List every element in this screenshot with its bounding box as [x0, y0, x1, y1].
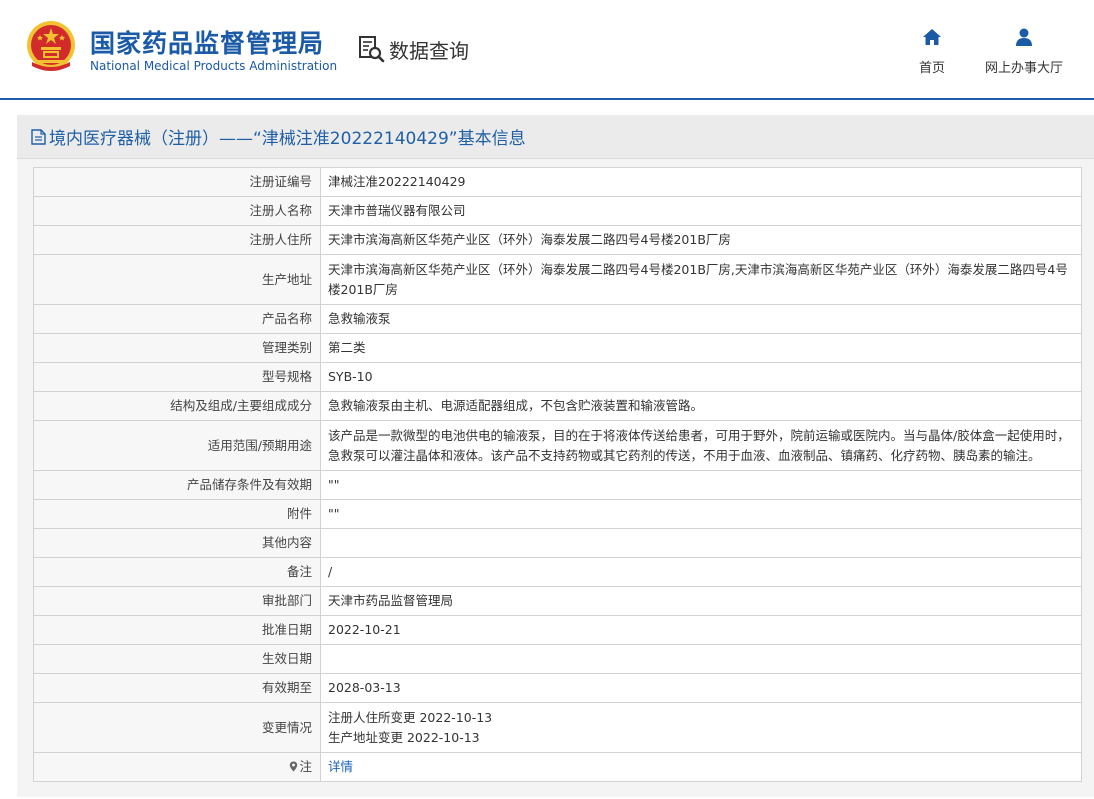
field-value: 天津市滨海高新区华苑产业区（环外）海泰发展二路四号4号楼201B厂房,天津市滨海…	[320, 254, 1082, 305]
table-row: 注册证编号 津械注准20222140429	[33, 167, 1082, 197]
change-record: 生产地址变更 2022-10-13	[328, 729, 480, 745]
table-row: 注册人住所 天津市滨海高新区华苑产业区（环外）海泰发展二路四号4号楼201B厂房	[33, 225, 1082, 255]
field-value: 2022-10-21	[320, 615, 1082, 645]
field-label: 生产地址	[33, 254, 321, 305]
field-value: 急救输液泵由主机、电源适配器组成，不包含贮液装置和输液管路。	[320, 391, 1082, 421]
table-row: 产品名称 急救输液泵	[33, 304, 1082, 334]
header-divider	[0, 98, 1094, 100]
site-title-english: National Medical Products Administration	[90, 59, 338, 73]
field-value: 该产品是一款微型的电池供电的输液泵，目的在于将液体传送给患者，可用于野外，院前运…	[320, 420, 1082, 471]
field-label: 附件	[33, 499, 321, 529]
site-header: 国家药品监督管理局 National Medical Products Admi…	[0, 0, 1094, 100]
field-label: 管理类别	[33, 333, 321, 363]
field-label: 注册人住所	[33, 225, 321, 255]
field-value: 天津市药品监督管理局	[320, 586, 1082, 616]
field-value: 天津市普瑞仪器有限公司	[320, 196, 1082, 226]
field-value	[320, 528, 1082, 558]
table-row: 适用范围/预期用途 该产品是一款微型的电池供电的输液泵，目的在于将液体传送给患者…	[33, 420, 1082, 471]
field-label: 结构及组成/主要组成成分	[33, 391, 321, 421]
table-row: 批准日期 2022-10-21	[33, 615, 1082, 645]
table-row: 结构及组成/主要组成成分 急救输液泵由主机、电源适配器组成，不包含贮液装置和输液…	[33, 391, 1082, 421]
field-value: /	[320, 557, 1082, 587]
page-title: 境内医疗器械（注册）——“津械注准20222140429”基本信息	[49, 129, 526, 149]
field-label: 注册人名称	[33, 196, 321, 226]
table-row: 附件 ""	[33, 499, 1082, 529]
table-row: 有效期至 2028-03-13	[33, 673, 1082, 703]
field-value: 2028-03-13	[320, 673, 1082, 703]
table-row: 生效日期	[33, 644, 1082, 674]
field-label: 其他内容	[33, 528, 321, 558]
field-value: 天津市滨海高新区华苑产业区（环外）海泰发展二路四号4号楼201B厂房	[320, 225, 1082, 255]
user-icon	[1016, 28, 1032, 46]
change-record: 注册人住所变更 2022-10-13	[328, 709, 493, 725]
table-row: 其他内容	[33, 528, 1082, 558]
field-label: 注册证编号	[33, 167, 321, 197]
nav-online-service-hall[interactable]: 网上办事大厅	[980, 28, 1068, 76]
field-label: 产品储存条件及有效期	[33, 470, 321, 500]
site-title: 国家药品监督管理局	[90, 29, 325, 58]
nav-online-service-hall-label: 网上办事大厅	[984, 61, 1063, 76]
location-pin-icon	[290, 761, 298, 772]
table-row: 产品储存条件及有效期 ""	[33, 470, 1082, 500]
field-label: 批准日期	[33, 615, 321, 645]
field-value: 津械注准20222140429	[320, 167, 1082, 197]
table-row: 备注 /	[33, 557, 1082, 587]
field-value: 第二类	[320, 333, 1082, 363]
field-label-note: 注	[33, 752, 321, 782]
field-value: 详情	[320, 752, 1082, 782]
field-label: 有效期至	[33, 673, 321, 703]
field-value: SYB-10	[320, 362, 1082, 392]
panel-title-bar: 境内医疗器械（注册）——“津械注准20222140429”基本信息	[17, 115, 1094, 159]
field-value: ""	[320, 470, 1082, 500]
table-row: 审批部门 天津市药品监督管理局	[33, 586, 1082, 616]
national-emblem-icon	[27, 21, 75, 71]
field-value	[320, 644, 1082, 674]
table-row: 注册人名称 天津市普瑞仪器有限公司	[33, 196, 1082, 226]
field-label: 备注	[33, 557, 321, 587]
field-label: 生效日期	[33, 644, 321, 674]
field-value: ""	[320, 499, 1082, 529]
table-row: 生产地址 天津市滨海高新区华苑产业区（环外）海泰发展二路四号4号楼201B厂房,…	[33, 254, 1082, 305]
field-label: 审批部门	[33, 586, 321, 616]
document-search-icon	[359, 36, 385, 63]
home-icon	[923, 29, 941, 45]
data-query-label: 数据查询	[389, 38, 469, 63]
field-label: 型号规格	[33, 362, 321, 392]
table-row: 型号规格 SYB-10	[33, 362, 1082, 392]
field-label: 产品名称	[33, 304, 321, 334]
document-icon	[31, 128, 46, 145]
field-label: 适用范围/预期用途	[33, 420, 321, 471]
field-label: 变更情况	[33, 702, 321, 753]
field-value: 急救输液泵	[320, 304, 1082, 334]
details-link[interactable]: 详情	[328, 759, 353, 774]
nav-home[interactable]: 首页	[912, 28, 952, 76]
table-row: 注 详情	[33, 752, 1082, 782]
nav-home-label: 首页	[918, 61, 945, 76]
table-row: 变更情况 注册人住所变更 2022-10-13 生产地址变更 2022-10-1…	[33, 702, 1082, 753]
table-row: 管理类别 第二类	[33, 333, 1082, 363]
field-value: 注册人住所变更 2022-10-13 生产地址变更 2022-10-13	[320, 702, 1082, 753]
device-info-table: 注册证编号 津械注准20222140429 注册人名称 天津市普瑞仪器有限公司 …	[33, 167, 1082, 782]
data-query-link[interactable]: 数据查询	[358, 34, 469, 64]
note-label: 注	[299, 759, 312, 774]
